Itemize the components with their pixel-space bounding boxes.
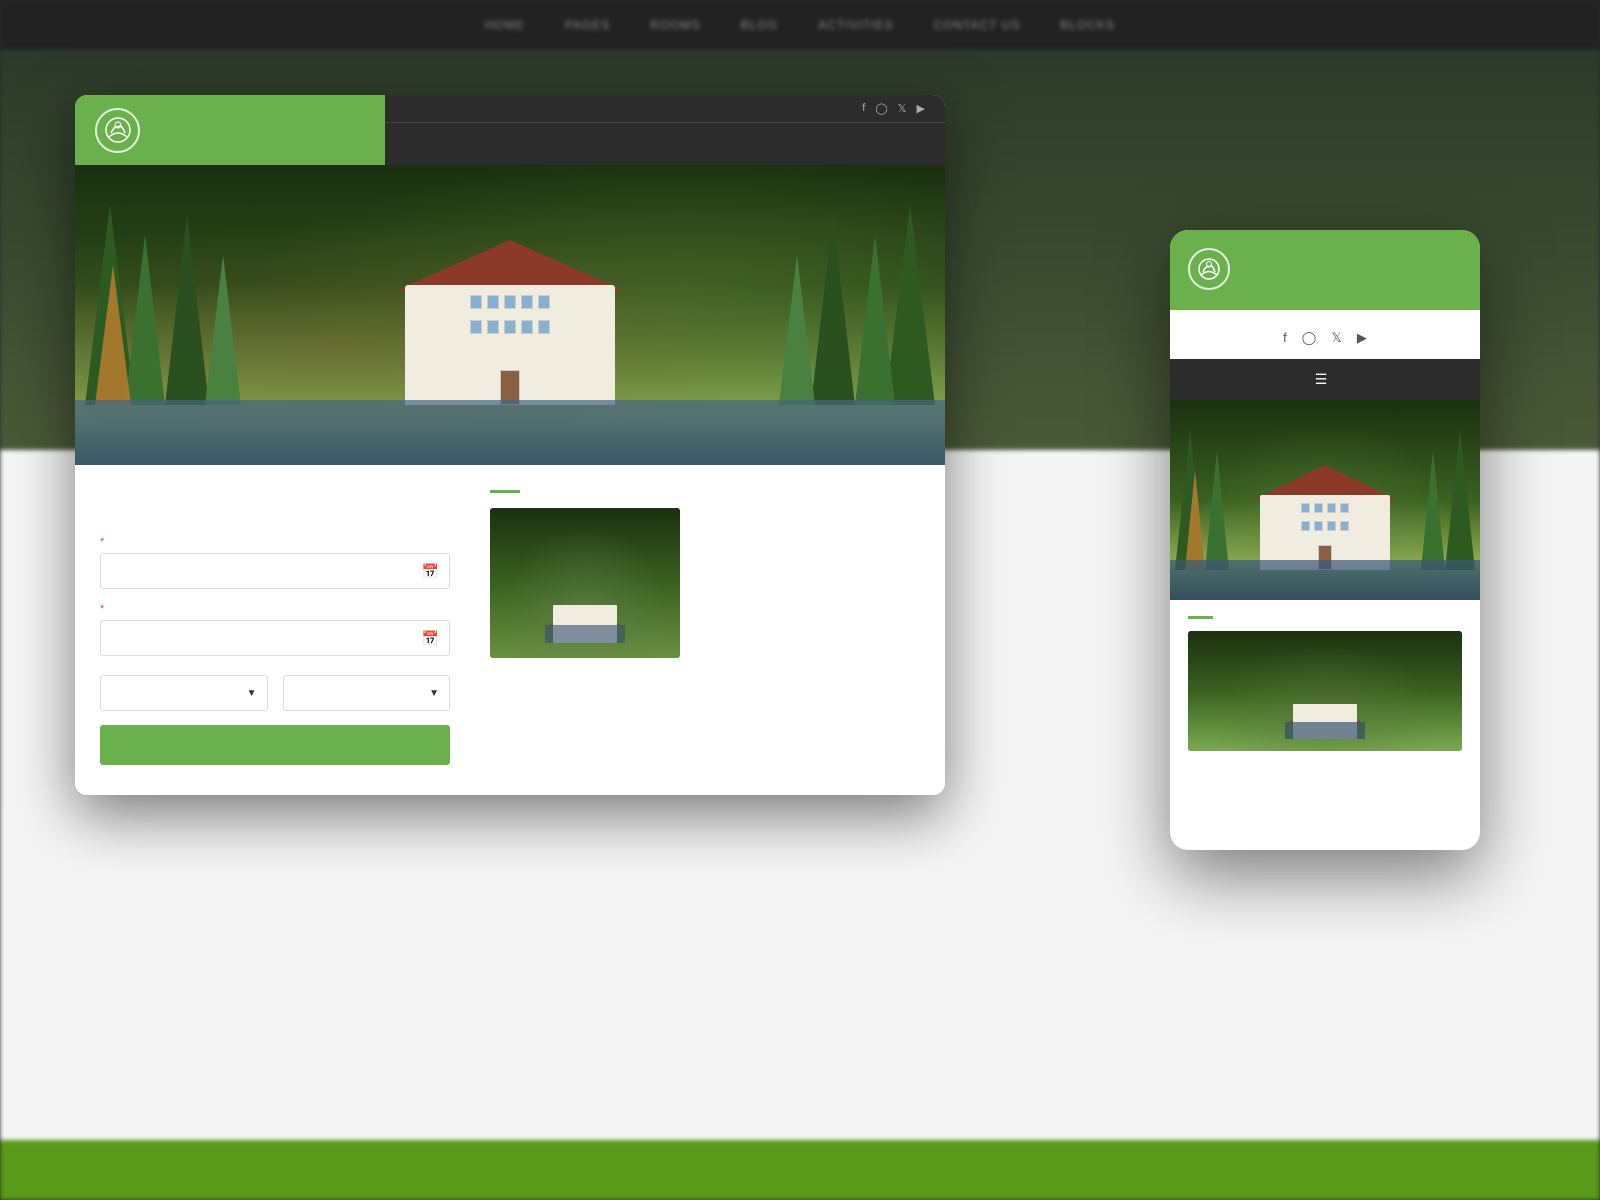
facebook-icon[interactable]: f	[862, 102, 865, 115]
desktop-nav	[385, 123, 945, 165]
checkout-input[interactable]: 📅	[100, 620, 450, 656]
mobile-small-building	[1285, 687, 1365, 739]
mobile-youtube-icon[interactable]: ▶	[1357, 330, 1367, 346]
adults-select[interactable]: ▼	[100, 675, 268, 711]
logo-icon	[95, 108, 140, 153]
mobile-logo-icon	[1188, 248, 1230, 290]
guests-row: ▼ ▼	[100, 670, 450, 711]
mobile-facebook-icon[interactable]: f	[1283, 330, 1287, 346]
checkin-label: *	[100, 536, 450, 548]
desktop-header: f ◯ 𝕏 ▶	[75, 95, 945, 165]
desktop-top-bar: f ◯ 𝕏 ▶	[385, 95, 945, 123]
mobile-mockup: f ◯ 𝕏 ▶ ☰	[1170, 230, 1480, 850]
mobile-header	[1170, 230, 1480, 310]
hero-water	[75, 400, 945, 465]
bg-nav-item: PAGES	[565, 18, 610, 32]
bg-nav-item: CONTACT US	[933, 18, 1020, 32]
mobile-info-bar: f ◯ 𝕏 ▶	[1170, 310, 1480, 359]
children-select[interactable]: ▼	[283, 675, 451, 711]
checkin-group: * 📅	[100, 536, 450, 589]
bg-nav-item: ROOMS	[650, 18, 700, 32]
mobile-hero	[1170, 400, 1480, 600]
chevron-down-icon: ▼	[247, 688, 257, 699]
trees-left	[75, 165, 275, 405]
content-image	[490, 508, 680, 658]
building-main	[405, 285, 615, 405]
checkout-label: *	[100, 603, 450, 615]
hero-building	[385, 255, 635, 405]
content-building	[545, 588, 625, 643]
checkout-group: * 📅	[100, 603, 450, 656]
content-accent	[490, 490, 520, 493]
mobile-social-icons: f ◯ 𝕏 ▶	[1188, 330, 1462, 346]
children-col: ▼	[283, 670, 451, 711]
content-body	[490, 508, 915, 658]
search-button[interactable]	[100, 725, 450, 765]
twitter-icon[interactable]: 𝕏	[898, 102, 907, 115]
calendar-icon-2: 📅	[422, 630, 439, 647]
mobile-building	[1245, 470, 1405, 570]
bg-nav-item: BLOCKS	[1060, 18, 1115, 32]
desktop-social-icons: f ◯ 𝕏 ▶	[862, 102, 925, 115]
mobile-twitter-icon[interactable]: 𝕏	[1331, 330, 1341, 346]
booking-panel: * 📅 * 📅 ▼	[75, 516, 475, 795]
mobile-water	[1170, 560, 1480, 600]
mobile-instagram-icon[interactable]: ◯	[1302, 330, 1317, 346]
youtube-icon[interactable]: ▶	[917, 102, 925, 115]
mobile-nav-bar[interactable]: ☰	[1170, 359, 1480, 400]
desktop-nav-area: f ◯ 𝕏 ▶	[385, 95, 945, 165]
adults-col: ▼	[100, 670, 268, 711]
mobile-accent	[1188, 616, 1213, 619]
bg-nav-item: BLOG	[741, 18, 778, 32]
instagram-icon[interactable]: ◯	[875, 102, 887, 115]
mobile-content	[1170, 600, 1480, 767]
trees-right	[745, 165, 945, 405]
mobile-content-image	[1188, 631, 1462, 751]
calendar-icon: 📅	[422, 563, 439, 580]
chevron-down-icon-2: ▼	[429, 688, 439, 699]
bg-nav-item: HOME	[485, 18, 525, 32]
mobile-building-main	[1260, 495, 1390, 570]
bg-bottom-bar	[0, 1140, 1600, 1200]
hamburger-icon: ☰	[1315, 371, 1328, 388]
checkin-input[interactable]: 📅	[100, 553, 450, 589]
bg-nav: HOME PAGES ROOMS BLOG ACTIVITIES CONTACT…	[0, 0, 1600, 50]
desktop-mockup: f ◯ 𝕏 ▶	[75, 95, 945, 795]
bg-nav-item: ACTIVITIES	[818, 18, 893, 32]
desktop-hero	[75, 165, 945, 465]
desktop-logo-area	[75, 95, 385, 165]
